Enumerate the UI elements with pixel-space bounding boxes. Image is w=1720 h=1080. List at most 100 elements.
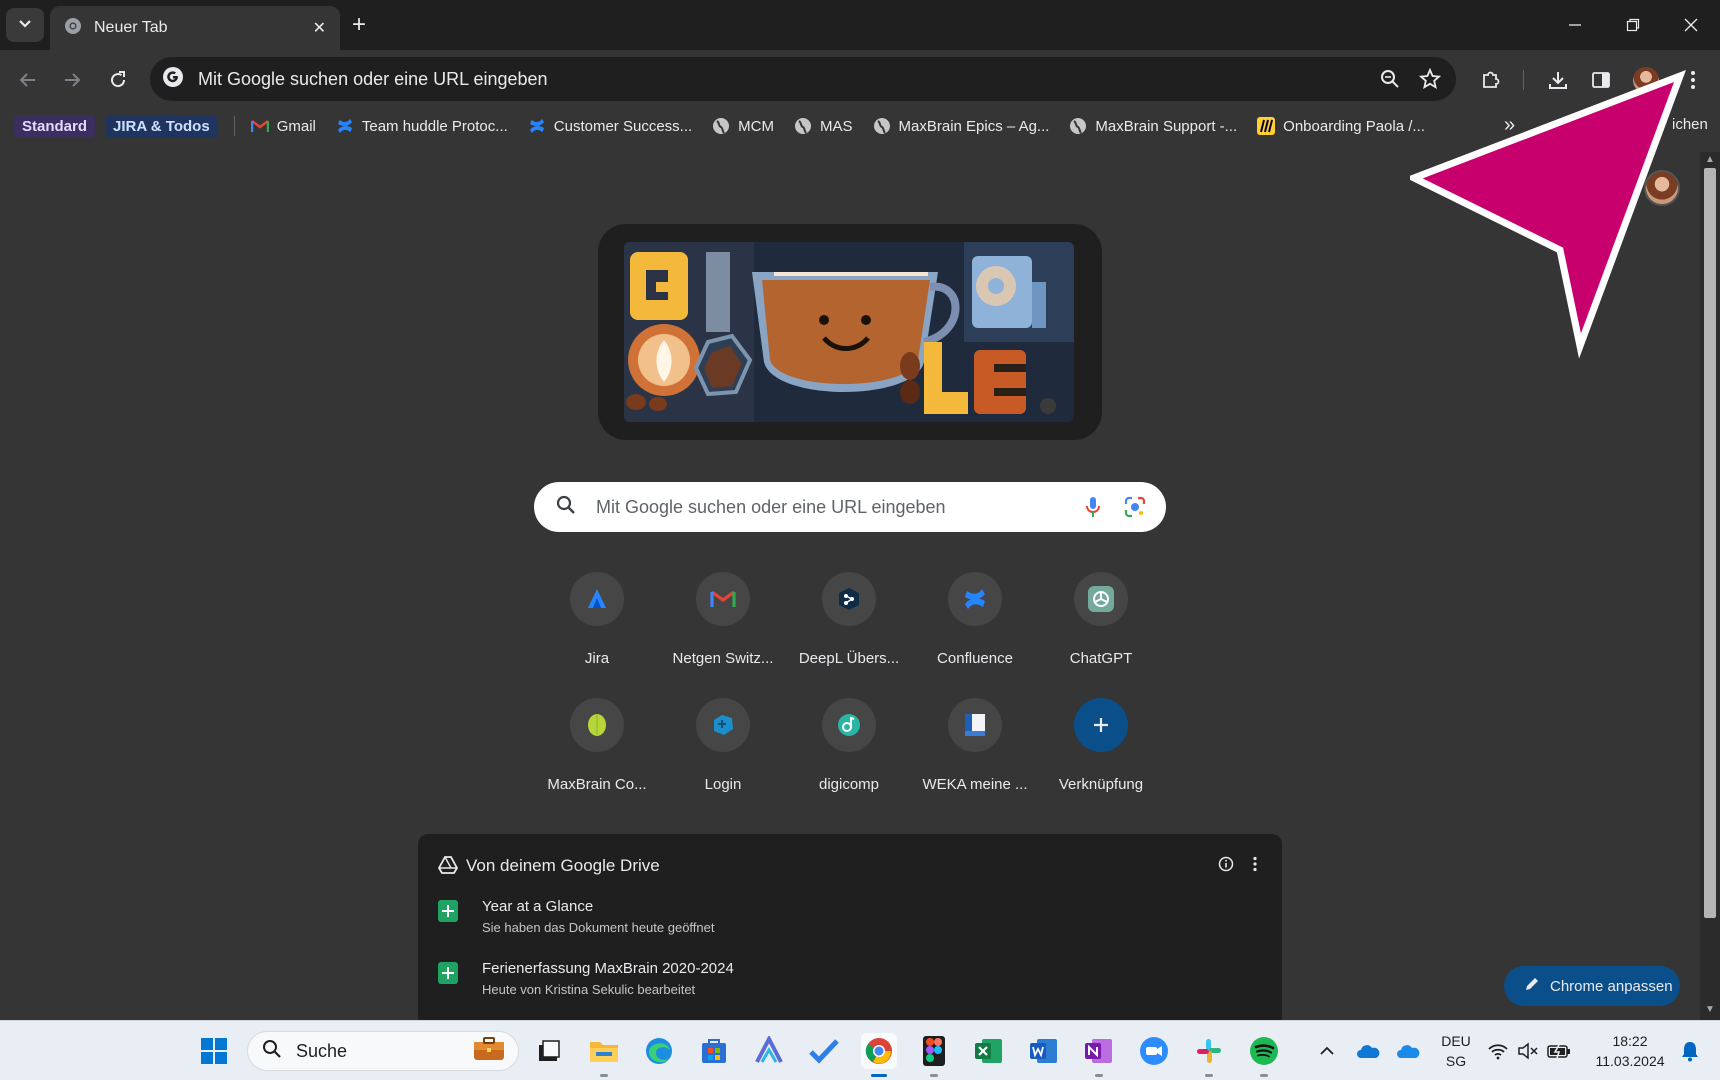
arrow-left-icon <box>19 73 35 87</box>
taskbar-chrome[interactable] <box>861 1033 897 1077</box>
shortcut-maxbrain[interactable]: MaxBrain Co... <box>534 696 660 816</box>
shortcut-jira[interactable]: Jira <box>534 570 660 690</box>
windows-taskbar: Suche DEU SG 18:22 11.03.2024 <box>0 1020 1720 1080</box>
show-hidden-icons-button[interactable] <box>1309 1033 1345 1069</box>
taskbar-spotify[interactable] <box>1246 1033 1282 1077</box>
start-button[interactable] <box>196 1033 232 1069</box>
shortcut-chatgpt[interactable]: ChatGPT <box>1038 570 1164 690</box>
taskbar-app-arc[interactable] <box>751 1033 787 1069</box>
bookmark-mas[interactable]: MAS <box>794 117 853 135</box>
bookmark-maxbrain-support[interactable]: MaxBrain Support -... <box>1069 117 1237 135</box>
taskbar-edge[interactable] <box>641 1033 677 1069</box>
back-button[interactable] <box>14 66 42 94</box>
gmail-icon <box>696 572 750 626</box>
clock-date: 11.03.2024 <box>1595 1053 1665 1069</box>
bookmark-team-huddle[interactable]: Team huddle Protoc... <box>336 117 508 135</box>
drive-file-row[interactable]: Ferienerfassung MaxBrain 2020-2024 Heute… <box>438 960 1238 1010</box>
add-shortcut-button[interactable]: Verknüpfung <box>1038 696 1164 816</box>
chatgpt-icon <box>1074 572 1128 626</box>
google-g-icon <box>162 66 184 93</box>
address-bar[interactable]: Mit Google suchen oder eine URL eingeben <box>150 57 1456 101</box>
new-tab-button[interactable]: + <box>352 12 366 38</box>
shortcut-weka[interactable]: WEKA meine ... <box>912 696 1038 816</box>
taskbar-search[interactable]: Suche <box>247 1031 519 1071</box>
bookmark-group-standard[interactable]: Standard <box>14 114 96 138</box>
search-icon <box>262 1039 282 1064</box>
task-view-icon <box>539 1040 560 1061</box>
zoom-search-icon[interactable] <box>1376 65 1404 93</box>
bookmark-customer-success[interactable]: Customer Success... <box>528 117 692 135</box>
bookmark-label: Onboarding Paola /... <box>1283 117 1425 135</box>
task-view-button[interactable] <box>531 1033 567 1069</box>
restore-button[interactable] <box>1604 0 1662 50</box>
digicomp-icon <box>822 698 876 752</box>
shortcut-login[interactable]: Login <box>660 696 786 816</box>
globe-icon <box>794 117 812 135</box>
reload-icon <box>111 71 126 88</box>
bookmark-maxbrain-epics[interactable]: MaxBrain Epics – Ag... <box>873 117 1049 135</box>
shortcut-netgen[interactable]: Netgen Switz... <box>660 570 786 690</box>
taskbar-slack[interactable] <box>1191 1033 1227 1077</box>
running-indicator <box>930 1074 938 1077</box>
reload-button[interactable] <box>104 66 132 94</box>
taskbar-file-explorer[interactable] <box>586 1033 622 1077</box>
tab-close-icon[interactable]: ✕ <box>313 18 326 38</box>
bell-icon <box>1682 1042 1698 1062</box>
google-lens-icon[interactable] <box>1122 494 1148 520</box>
bookmark-separator <box>233 116 235 136</box>
bookmark-onboarding-paola[interactable]: Onboarding Paola /... <box>1257 117 1425 135</box>
shortcut-digicomp[interactable]: digicomp <box>786 696 912 816</box>
google-drive-icon <box>437 856 459 879</box>
taskbar-zoom[interactable] <box>1136 1033 1172 1069</box>
bookmark-gmail[interactable]: Gmail <box>250 117 316 135</box>
annotation-arrow-icon <box>1410 69 1686 359</box>
bookmark-group-jira-todos[interactable]: JIRA & Todos <box>105 114 218 138</box>
tab-new-tab[interactable]: Neuer Tab ✕ <box>50 6 340 50</box>
shortcut-deepl[interactable]: DeepL Übers... <box>786 570 912 690</box>
scroll-down-icon[interactable]: ▼ <box>1705 1004 1715 1015</box>
bookmark-label: Customer Success... <box>553 117 693 135</box>
taskbar-todo[interactable] <box>806 1033 842 1069</box>
arrow-right-icon <box>65 73 81 87</box>
customize-chrome-label: Chrome anpassen <box>1550 977 1673 995</box>
onedrive-tray-icon[interactable] <box>1350 1033 1386 1069</box>
drive-menu-icon[interactable] <box>1252 856 1258 877</box>
google-sheets-icon <box>438 962 458 984</box>
notifications-button[interactable] <box>1672 1033 1708 1069</box>
bookmark-mcm[interactable]: MCM <box>712 117 774 135</box>
clock[interactable]: 18:22 11.03.2024 <box>1590 1033 1670 1069</box>
bookmark-label: MAS <box>820 117 853 135</box>
taskbar-figma[interactable] <box>916 1033 952 1077</box>
gmail-icon <box>250 117 269 135</box>
windows-logo-icon <box>201 1038 227 1064</box>
shortcut-confluence[interactable]: Confluence <box>912 570 1038 690</box>
minimize-button[interactable] <box>1546 0 1604 50</box>
google-search-box[interactable]: Mit Google suchen oder eine URL eingeben <box>534 482 1166 532</box>
bookmark-label: Team huddle Protoc... <box>361 117 508 135</box>
miro-icon <box>1257 117 1276 135</box>
search-input[interactable]: Mit Google suchen oder eine URL eingeben <box>596 497 1064 518</box>
taskbar-store[interactable] <box>696 1033 732 1069</box>
shortcut-label: DeepL Übers... <box>798 650 900 667</box>
tab-strip: Neuer Tab ✕ + <box>0 0 1720 50</box>
input-language-indicator[interactable]: DEU SG <box>1432 1033 1480 1069</box>
deepl-icon <box>822 572 876 626</box>
info-icon[interactable] <box>1218 856 1234 877</box>
google-doodle[interactable] <box>624 242 1074 422</box>
taskbar-excel[interactable] <box>971 1033 1007 1069</box>
onedrive-tray-icon[interactable] <box>1390 1033 1426 1069</box>
tab-search-button[interactable] <box>6 8 44 42</box>
microphone-icon[interactable] <box>1080 494 1106 520</box>
weka-icon <box>948 698 1002 752</box>
drive-file-row[interactable]: Year at a Glance Sie haben das Dokument … <box>438 898 1238 948</box>
shortcut-label: ChatGPT <box>1069 650 1133 667</box>
forward-button[interactable] <box>58 66 86 94</box>
customize-chrome-button[interactable]: Chrome anpassen <box>1504 966 1680 1006</box>
quick-settings-button[interactable] <box>1484 1033 1574 1069</box>
confluence-icon <box>528 117 546 135</box>
taskbar-word[interactable] <box>1026 1033 1062 1069</box>
wifi-icon <box>1488 1044 1508 1060</box>
taskbar-onenote[interactable] <box>1081 1033 1117 1077</box>
close-window-button[interactable] <box>1662 0 1720 50</box>
speaker-muted-icon <box>1518 1042 1538 1060</box>
